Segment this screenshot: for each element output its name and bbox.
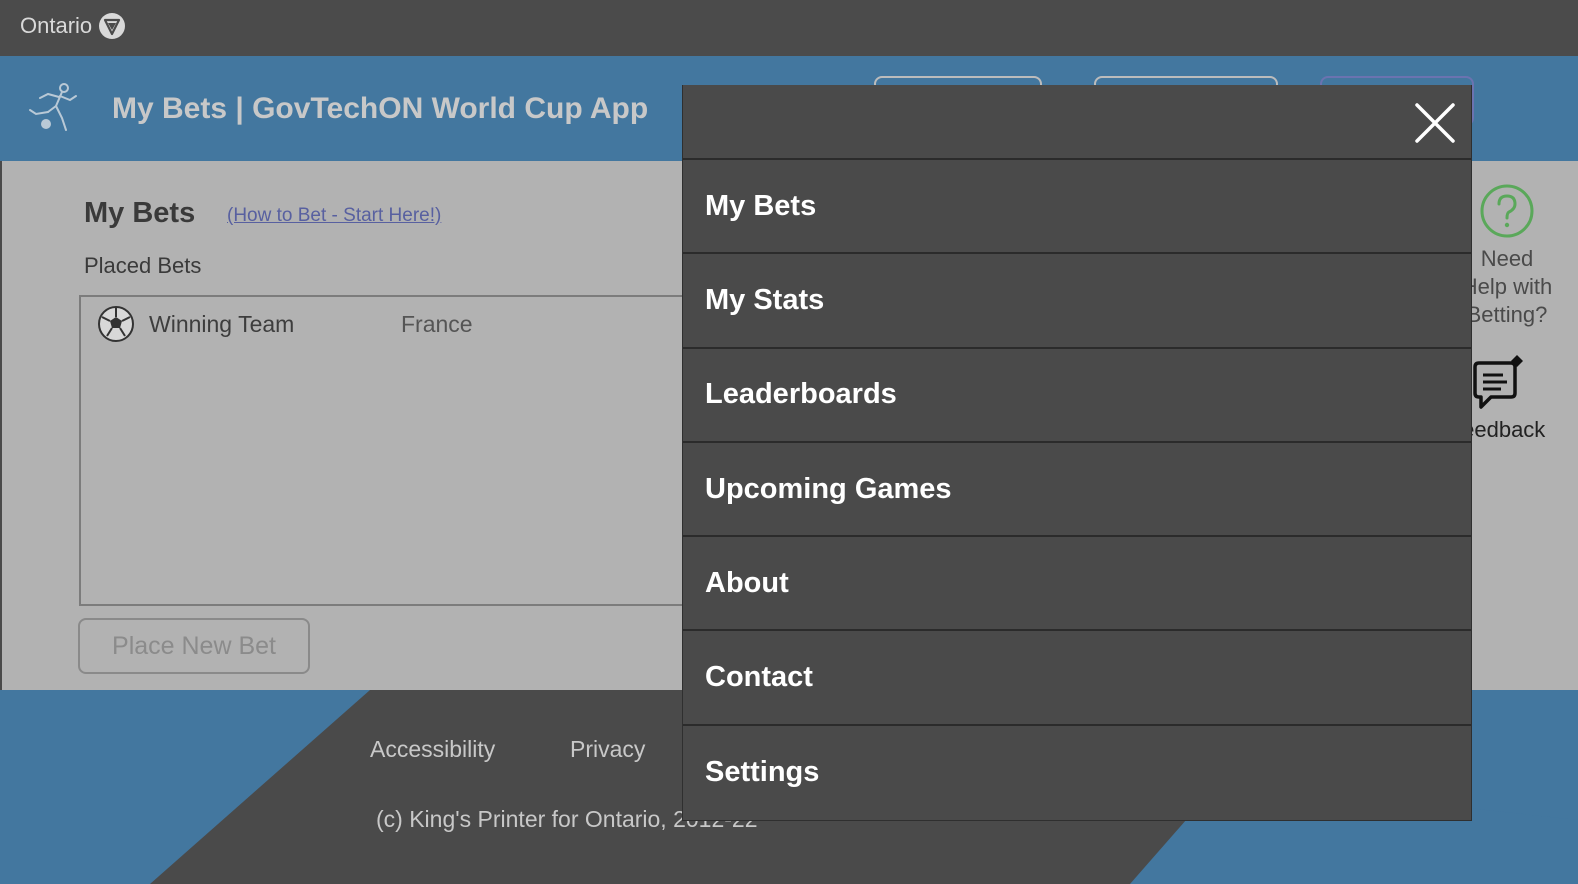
soccer-player-logo-icon[interactable] <box>26 80 82 136</box>
menu-item-upcoming-games[interactable]: Upcoming Games <box>683 443 1471 538</box>
how-to-bet-link[interactable]: (How to Bet - Start Here!) <box>227 205 441 227</box>
menu-item-my-bets[interactable]: My Bets <box>683 160 1471 255</box>
placed-bets-list: Winning Team France <box>79 295 719 606</box>
placed-bets-label: Placed Bets <box>84 253 202 278</box>
menu-item-my-stats[interactable]: My Stats <box>683 254 1471 349</box>
help-question-icon <box>1480 184 1534 238</box>
menu-item-contact[interactable]: Contact <box>683 631 1471 726</box>
menu-item-settings[interactable]: Settings <box>683 726 1471 820</box>
app-page: Ontario My Bets | GovTechON World Cup Ap… <box>0 0 1578 884</box>
ontario-brand-text: Ontario <box>20 13 93 38</box>
footer-link-accessibility[interactable]: Accessibility <box>370 736 495 763</box>
page-title: My Bets | GovTechON World Cup App <box>112 92 649 125</box>
ontario-logo[interactable]: Ontario <box>20 12 126 40</box>
bet-value: France <box>401 310 473 337</box>
menu-item-about[interactable]: About <box>683 537 1471 632</box>
ontario-top-bar: Ontario <box>0 0 1578 56</box>
close-icon[interactable] <box>1413 101 1457 145</box>
navigation-menu: My Bets My Stats Leaderboards Upcoming G… <box>682 85 1472 821</box>
menu-list: My Bets My Stats Leaderboards Upcoming G… <box>683 160 1471 820</box>
menu-item-leaderboards[interactable]: Leaderboards <box>683 349 1471 443</box>
trillium-icon <box>99 13 126 39</box>
feedback-icon <box>1473 355 1523 409</box>
place-new-bet-button[interactable]: Place New Bet <box>78 618 310 674</box>
soccer-ball-icon <box>98 306 134 342</box>
section-heading: My Bets <box>84 197 196 229</box>
menu-header <box>683 85 1471 160</box>
footer-link-privacy[interactable]: Privacy <box>570 736 645 763</box>
bet-type: Winning Team <box>149 310 295 337</box>
list-item[interactable]: Winning Team France <box>97 305 473 343</box>
